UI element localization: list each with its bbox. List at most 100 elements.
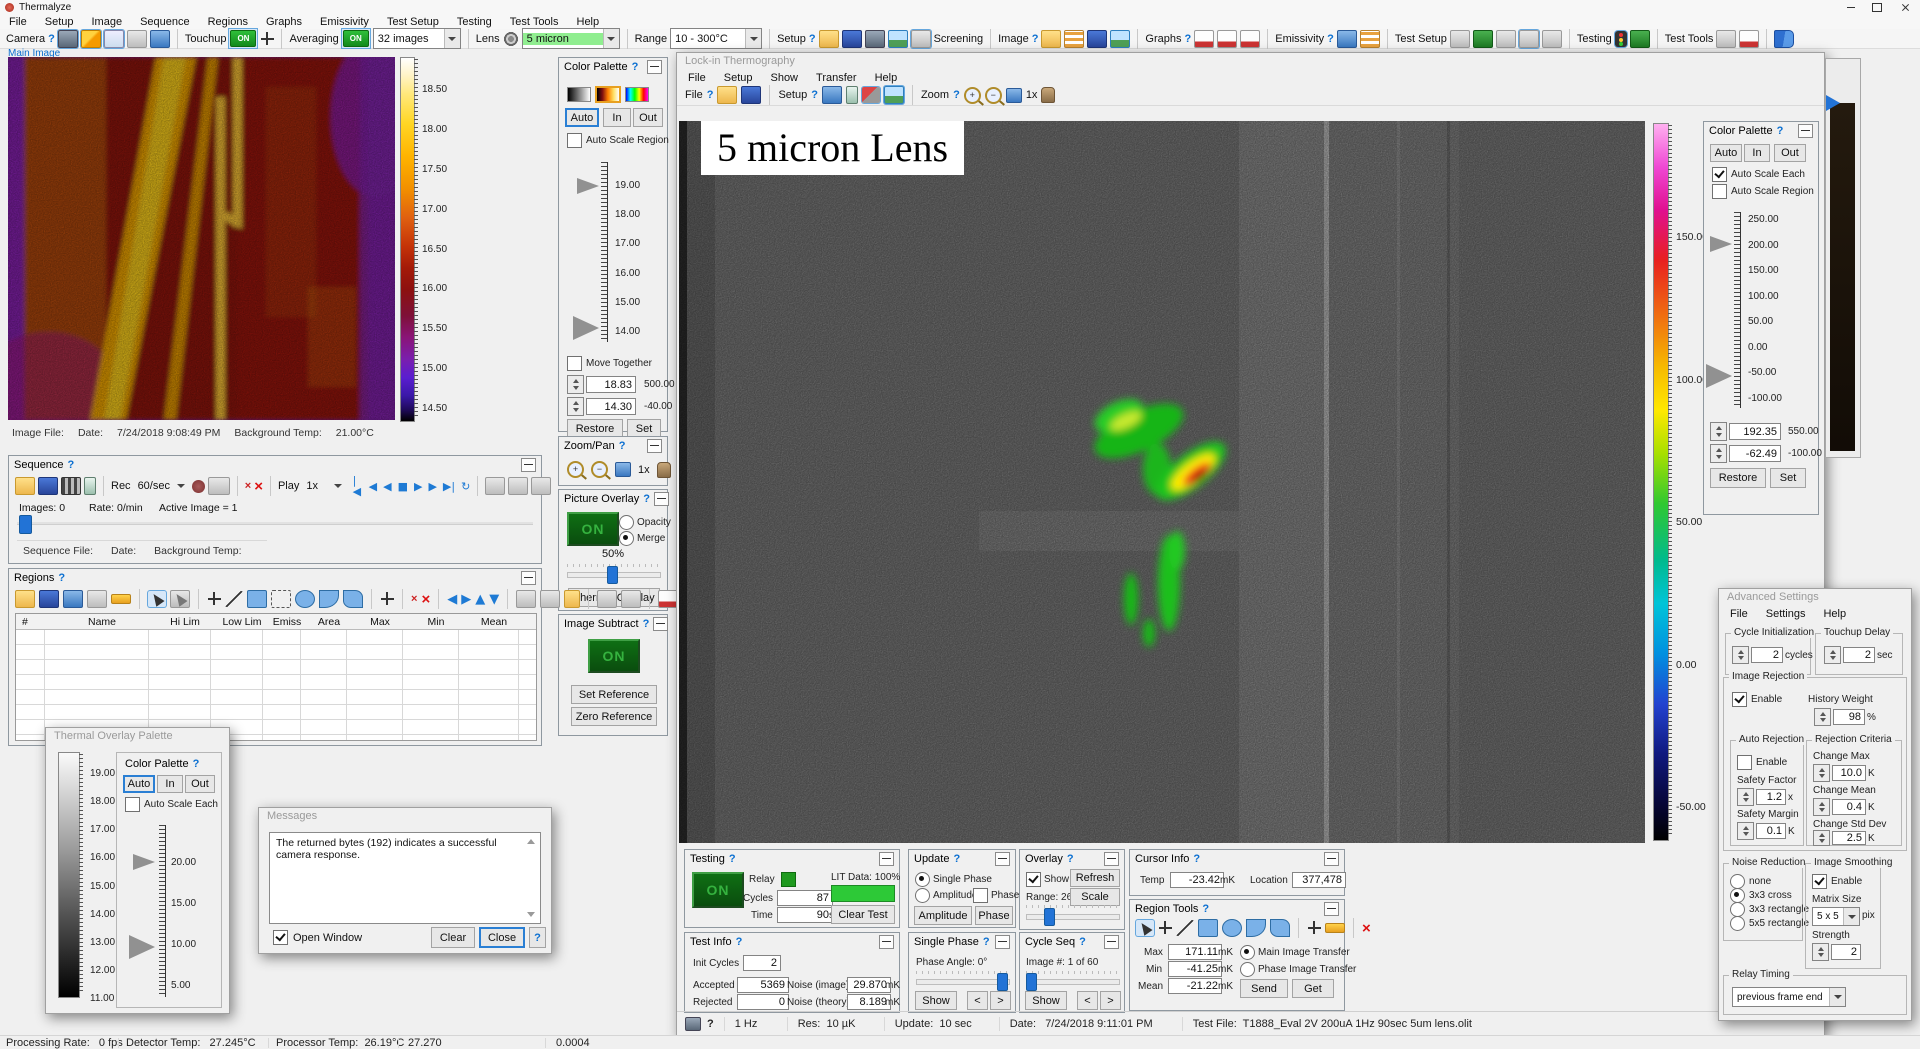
move-region-icon[interactable] [1158,920,1172,936]
lockin-menu-item[interactable]: Setup [715,71,762,85]
show-button[interactable]: Show [1025,991,1067,1010]
lockin-menu-item[interactable]: Transfer [807,71,866,85]
out-button[interactable]: Out [1774,144,1806,162]
help-icon[interactable]: ? [619,440,626,452]
safety-factor-spinner[interactable] [1737,788,1754,806]
menu-item[interactable]: Emissivity [311,15,378,29]
pixel-region-icon[interactable] [1307,920,1321,936]
media-button[interactable]: |◀ [353,475,363,497]
rect-select-icon[interactable] [271,590,291,608]
upper-spinner[interactable] [1710,422,1727,441]
line-region-icon[interactable] [1176,920,1194,936]
test-setup-pin-icon[interactable] [1450,30,1470,48]
profile-region-icon[interactable] [1325,923,1345,933]
advanced-menu-item[interactable]: Settings [1757,607,1815,621]
scroll-up-icon[interactable] [527,839,535,844]
time-field[interactable]: 90 [777,907,833,923]
matrix-size-combo[interactable]: 5 x 5 [1812,907,1860,926]
collapse-icon[interactable] [1798,124,1813,138]
change-mean-field[interactable]: 0.4 [1832,799,1866,815]
out-button[interactable]: Out [633,108,663,127]
help-icon[interactable]: ? [643,618,650,630]
merge-radio[interactable] [619,531,634,546]
lockin-camera-icon[interactable] [822,86,842,104]
collapse-icon[interactable] [653,617,668,631]
select-cursor-icon[interactable] [148,591,166,607]
polygon-region-icon[interactable] [1270,919,1290,937]
lockin-menu-item[interactable]: Help [866,71,907,85]
collapse-icon[interactable] [995,852,1010,866]
collapse-icon[interactable] [1324,852,1339,866]
collapse-icon[interactable] [995,935,1010,949]
touchup-on-badge[interactable]: ON [230,30,256,47]
collapse-icon[interactable] [879,852,894,866]
zoom-in-icon[interactable]: + [567,461,584,478]
testing-board-icon[interactable] [1630,30,1650,48]
help-icon[interactable]: ? [1079,936,1086,948]
pixel-region-icon[interactable] [380,591,394,607]
help-icon[interactable]: ? [953,89,960,101]
auto-scale-each-checkbox[interactable] [125,797,140,812]
nr-none-radio[interactable] [1730,874,1745,889]
strength-spinner[interactable] [1812,943,1829,961]
help-icon[interactable]: ? [953,853,960,865]
change-mean-spinner[interactable] [1813,798,1830,816]
collapse-icon[interactable] [647,439,662,453]
nr-3x3cross-radio[interactable] [1730,888,1745,903]
phase-angle-slider[interactable] [916,979,1010,985]
lens-combo[interactable]: 5 micron [522,28,620,49]
scroll-down-icon[interactable] [527,912,535,917]
overlay-range-handle[interactable] [1044,908,1055,926]
regions-table[interactable]: # Name Hi Lim Low Lim Emiss Area Max Min… [15,613,537,741]
help-icon[interactable]: ? [1777,125,1784,137]
lockin-image[interactable]: 5 micron Lens [679,121,1645,843]
pan-hand-icon[interactable] [1041,87,1055,103]
show-button[interactable]: Show [915,991,957,1010]
zoom-out-icon[interactable]: − [591,461,608,478]
copy-icon[interactable] [540,590,560,608]
change-max-spinner[interactable] [1813,764,1830,782]
help-icon[interactable]: ? [736,936,743,948]
move-together-checkbox[interactable] [567,356,582,371]
lockin-menu-item[interactable]: Show [761,71,807,85]
touchup-target-icon[interactable] [260,31,274,47]
delete-region-icon[interactable]: × [411,594,417,605]
help-icon[interactable]: ? [68,459,75,471]
next-button[interactable]: > [1100,991,1121,1010]
menu-item[interactable]: Test Setup [378,15,448,29]
menu-item[interactable]: Regions [199,15,257,29]
zoom-out-icon[interactable]: − [985,87,1002,104]
graph-profile-icon[interactable] [1240,30,1260,48]
regions-open-icon[interactable] [15,590,35,608]
auto-scale-each-checkbox[interactable] [1712,167,1727,182]
picture-overlay-on-button[interactable]: ON [567,512,619,546]
collapse-icon[interactable] [1104,935,1119,949]
media-button[interactable]: ■ [398,481,408,492]
in-button[interactable]: In [1744,144,1770,162]
image-rejection-enable-checkbox[interactable] [1732,692,1747,707]
overlay-opacity-handle[interactable] [607,566,618,584]
averaging-on-badge[interactable]: ON [343,30,369,47]
image-subtract-on-button[interactable]: ON [588,639,640,673]
upper-limit-slider[interactable] [1710,236,1732,252]
test-setup-thermometer-icon[interactable] [1496,30,1516,48]
camera-help-icon[interactable]: ? [48,33,55,45]
menu-item[interactable]: Test Tools [501,15,568,29]
media-button[interactable]: ▶ [414,481,422,492]
auto-scale-region-checkbox[interactable] [567,133,582,148]
cut-icon[interactable] [516,590,536,608]
trim-start-icon[interactable] [485,477,505,495]
sequence-save-icon[interactable] [38,477,58,495]
media-button[interactable]: ▶ [428,481,436,492]
nr-5x5rect-radio[interactable] [1730,916,1745,931]
help-icon[interactable]: ? [1193,853,1200,865]
init-cycles-field[interactable]: 2 [743,955,781,971]
help-icon[interactable]: ? [193,758,200,770]
lens-gear-icon[interactable] [503,31,519,47]
test-tools-chart-icon[interactable] [1739,30,1759,48]
auto-scale-region-checkbox[interactable] [1712,184,1727,199]
help-icon[interactable]: ? [707,1018,714,1030]
history-weight-spinner[interactable] [1814,708,1831,726]
nudge-left-icon[interactable]: ◀ [447,593,457,606]
background-slider-handle[interactable] [1826,95,1840,111]
